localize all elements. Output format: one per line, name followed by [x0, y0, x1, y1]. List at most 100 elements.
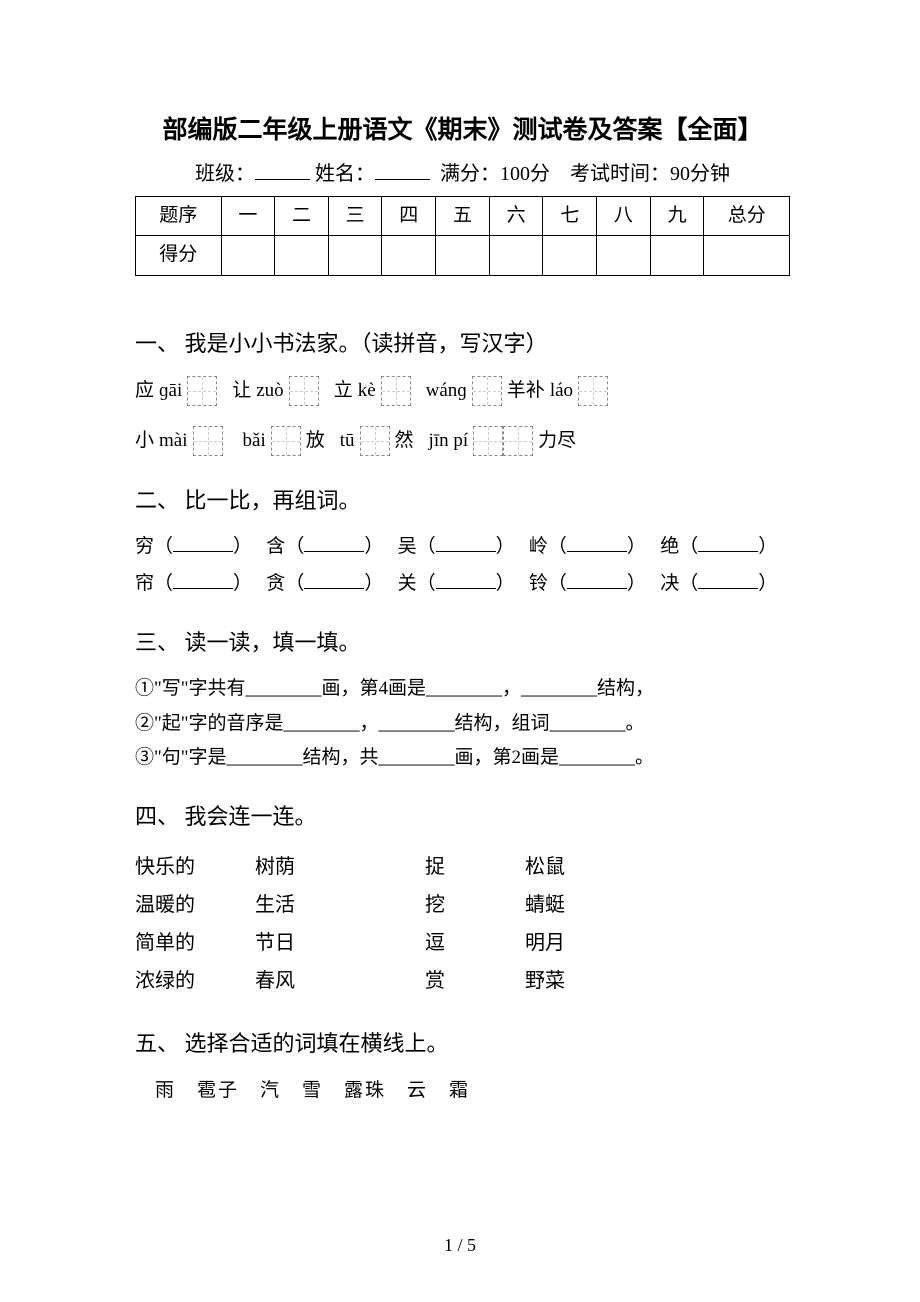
post: 放: [306, 426, 325, 456]
cell[interactable]: 生活: [255, 886, 425, 924]
meta-row: 班级： 姓名： 满分：100分 考试时间：90分钟: [135, 158, 790, 190]
score-cell[interactable]: [543, 236, 597, 275]
cell[interactable]: 春风: [255, 962, 425, 1000]
th-label: 题序: [136, 197, 222, 236]
td-label: 得分: [136, 236, 222, 275]
pre: 立: [334, 376, 353, 406]
q2-row-2: 帘（） 贪（） 关（） 铃（） 决（）: [135, 569, 790, 599]
score-cell[interactable]: [221, 236, 275, 275]
q2-char: 贪: [266, 573, 285, 594]
table-row: 题序 一 二 三 四 五 六 七 八 九 总分: [136, 197, 790, 236]
score-cell[interactable]: [328, 236, 382, 275]
q3-line: ②"起"字的音序是________，________结构，组词________。: [135, 709, 790, 739]
score-cell[interactable]: [275, 236, 329, 275]
score-cell[interactable]: [597, 236, 651, 275]
th-col: 七: [543, 197, 597, 236]
cell[interactable]: 节日: [255, 924, 425, 962]
blank[interactable]: [173, 551, 233, 552]
post: 力尽: [538, 426, 576, 456]
q2-row-1: 穷（） 含（） 吴（） 岭（） 绝（）: [135, 532, 790, 562]
blank[interactable]: [698, 551, 758, 552]
blank[interactable]: [567, 588, 627, 589]
cell[interactable]: 明月: [525, 924, 625, 962]
q2-char: 帘: [135, 573, 154, 594]
cell[interactable]: 简单的: [135, 924, 255, 962]
table-row: 简单的节日逗明月: [135, 924, 625, 962]
q3-line: ①"写"字共有________画，第4画是________，________结构…: [135, 674, 790, 704]
cell[interactable]: 快乐的: [135, 848, 255, 886]
pinyin: ɡāi: [159, 376, 182, 406]
section-5-title: 五、 选择合适的词填在横线上。: [135, 1026, 790, 1061]
blank[interactable]: [567, 551, 627, 552]
section-3-title: 三、 读一读，填一填。: [135, 625, 790, 660]
cell[interactable]: 蜻蜓: [525, 886, 625, 924]
hanzi-box[interactable]: [271, 426, 301, 456]
section-2-title: 二、 比一比，再组词。: [135, 483, 790, 518]
cell[interactable]: 捉: [425, 848, 525, 886]
section-4-title: 四、 我会连一连。: [135, 799, 790, 834]
hanzi-box[interactable]: [503, 426, 533, 456]
th-col: 四: [382, 197, 436, 236]
pinyin-row-2: 小mài bǎi放 tū然 jīn pí力尽: [135, 425, 790, 457]
th-col: 三: [328, 197, 382, 236]
class-blank[interactable]: [255, 160, 310, 180]
score-cell[interactable]: [436, 236, 490, 275]
name-label: 姓名：: [315, 163, 375, 185]
hanzi-box[interactable]: [578, 376, 608, 406]
score-cell[interactable]: [382, 236, 436, 275]
page-number: 1 / 5: [0, 1231, 920, 1260]
name-blank[interactable]: [375, 160, 430, 180]
blank[interactable]: [698, 588, 758, 589]
hanzi-box[interactable]: [472, 376, 502, 406]
pre: 小: [135, 426, 154, 456]
word-bank: 雨 雹子 汽 雪 露珠 云 霜: [155, 1076, 790, 1106]
pinyin: wánɡ: [426, 376, 467, 406]
cell[interactable]: 树荫: [255, 848, 425, 886]
hanzi-box[interactable]: [473, 426, 503, 456]
q2-char: 绝: [660, 536, 679, 557]
th-col: 五: [436, 197, 490, 236]
class-label: 班级：: [195, 163, 255, 185]
blank[interactable]: [436, 551, 496, 552]
q2-char: 铃: [529, 573, 548, 594]
blank[interactable]: [304, 551, 364, 552]
cell[interactable]: 挖: [425, 886, 525, 924]
hanzi-box[interactable]: [381, 376, 411, 406]
score-table: 题序 一 二 三 四 五 六 七 八 九 总分 得分: [135, 196, 790, 276]
time-label: 考试时间：90分钟: [570, 163, 730, 185]
blank[interactable]: [436, 588, 496, 589]
th-col: 二: [275, 197, 329, 236]
th-col: 八: [597, 197, 651, 236]
cell[interactable]: 野菜: [525, 962, 625, 1000]
hanzi-box[interactable]: [187, 376, 217, 406]
score-cell[interactable]: [650, 236, 704, 275]
pre: 让: [232, 376, 251, 406]
cell[interactable]: 浓绿的: [135, 962, 255, 1000]
cell[interactable]: 松鼠: [525, 848, 625, 886]
q2-char: 决: [660, 573, 679, 594]
cell[interactable]: 逗: [425, 924, 525, 962]
table-row: 温暖的生活挖蜻蜓: [135, 886, 625, 924]
q2-char: 含: [266, 536, 285, 557]
section-1-title: 一、 我是小小书法家。（读拼音，写汉字）: [135, 326, 790, 361]
score-cell[interactable]: [704, 236, 790, 275]
q2-char: 岭: [529, 536, 548, 557]
pinyin: láo: [550, 376, 573, 406]
q2-char: 穷: [135, 536, 154, 557]
pinyin: bǎi: [243, 426, 266, 456]
hanzi-box[interactable]: [193, 426, 223, 456]
blank[interactable]: [173, 588, 233, 589]
q3-line: ③"句"字是________结构，共________画，第2画是________…: [135, 743, 790, 773]
cell[interactable]: 赏: [425, 962, 525, 1000]
blank[interactable]: [304, 588, 364, 589]
th-col: 总分: [704, 197, 790, 236]
score-cell[interactable]: [489, 236, 543, 275]
post: 然: [395, 426, 414, 456]
hanzi-box[interactable]: [360, 426, 390, 456]
th-col: 一: [221, 197, 275, 236]
cell[interactable]: 温暖的: [135, 886, 255, 924]
pinyin-row-1: 应ɡāi 让zuò 立kè wánɡ羊补láo: [135, 375, 790, 407]
hanzi-box[interactable]: [289, 376, 319, 406]
q2-char: 关: [398, 573, 417, 594]
score-label: 满分：100分: [440, 163, 550, 185]
